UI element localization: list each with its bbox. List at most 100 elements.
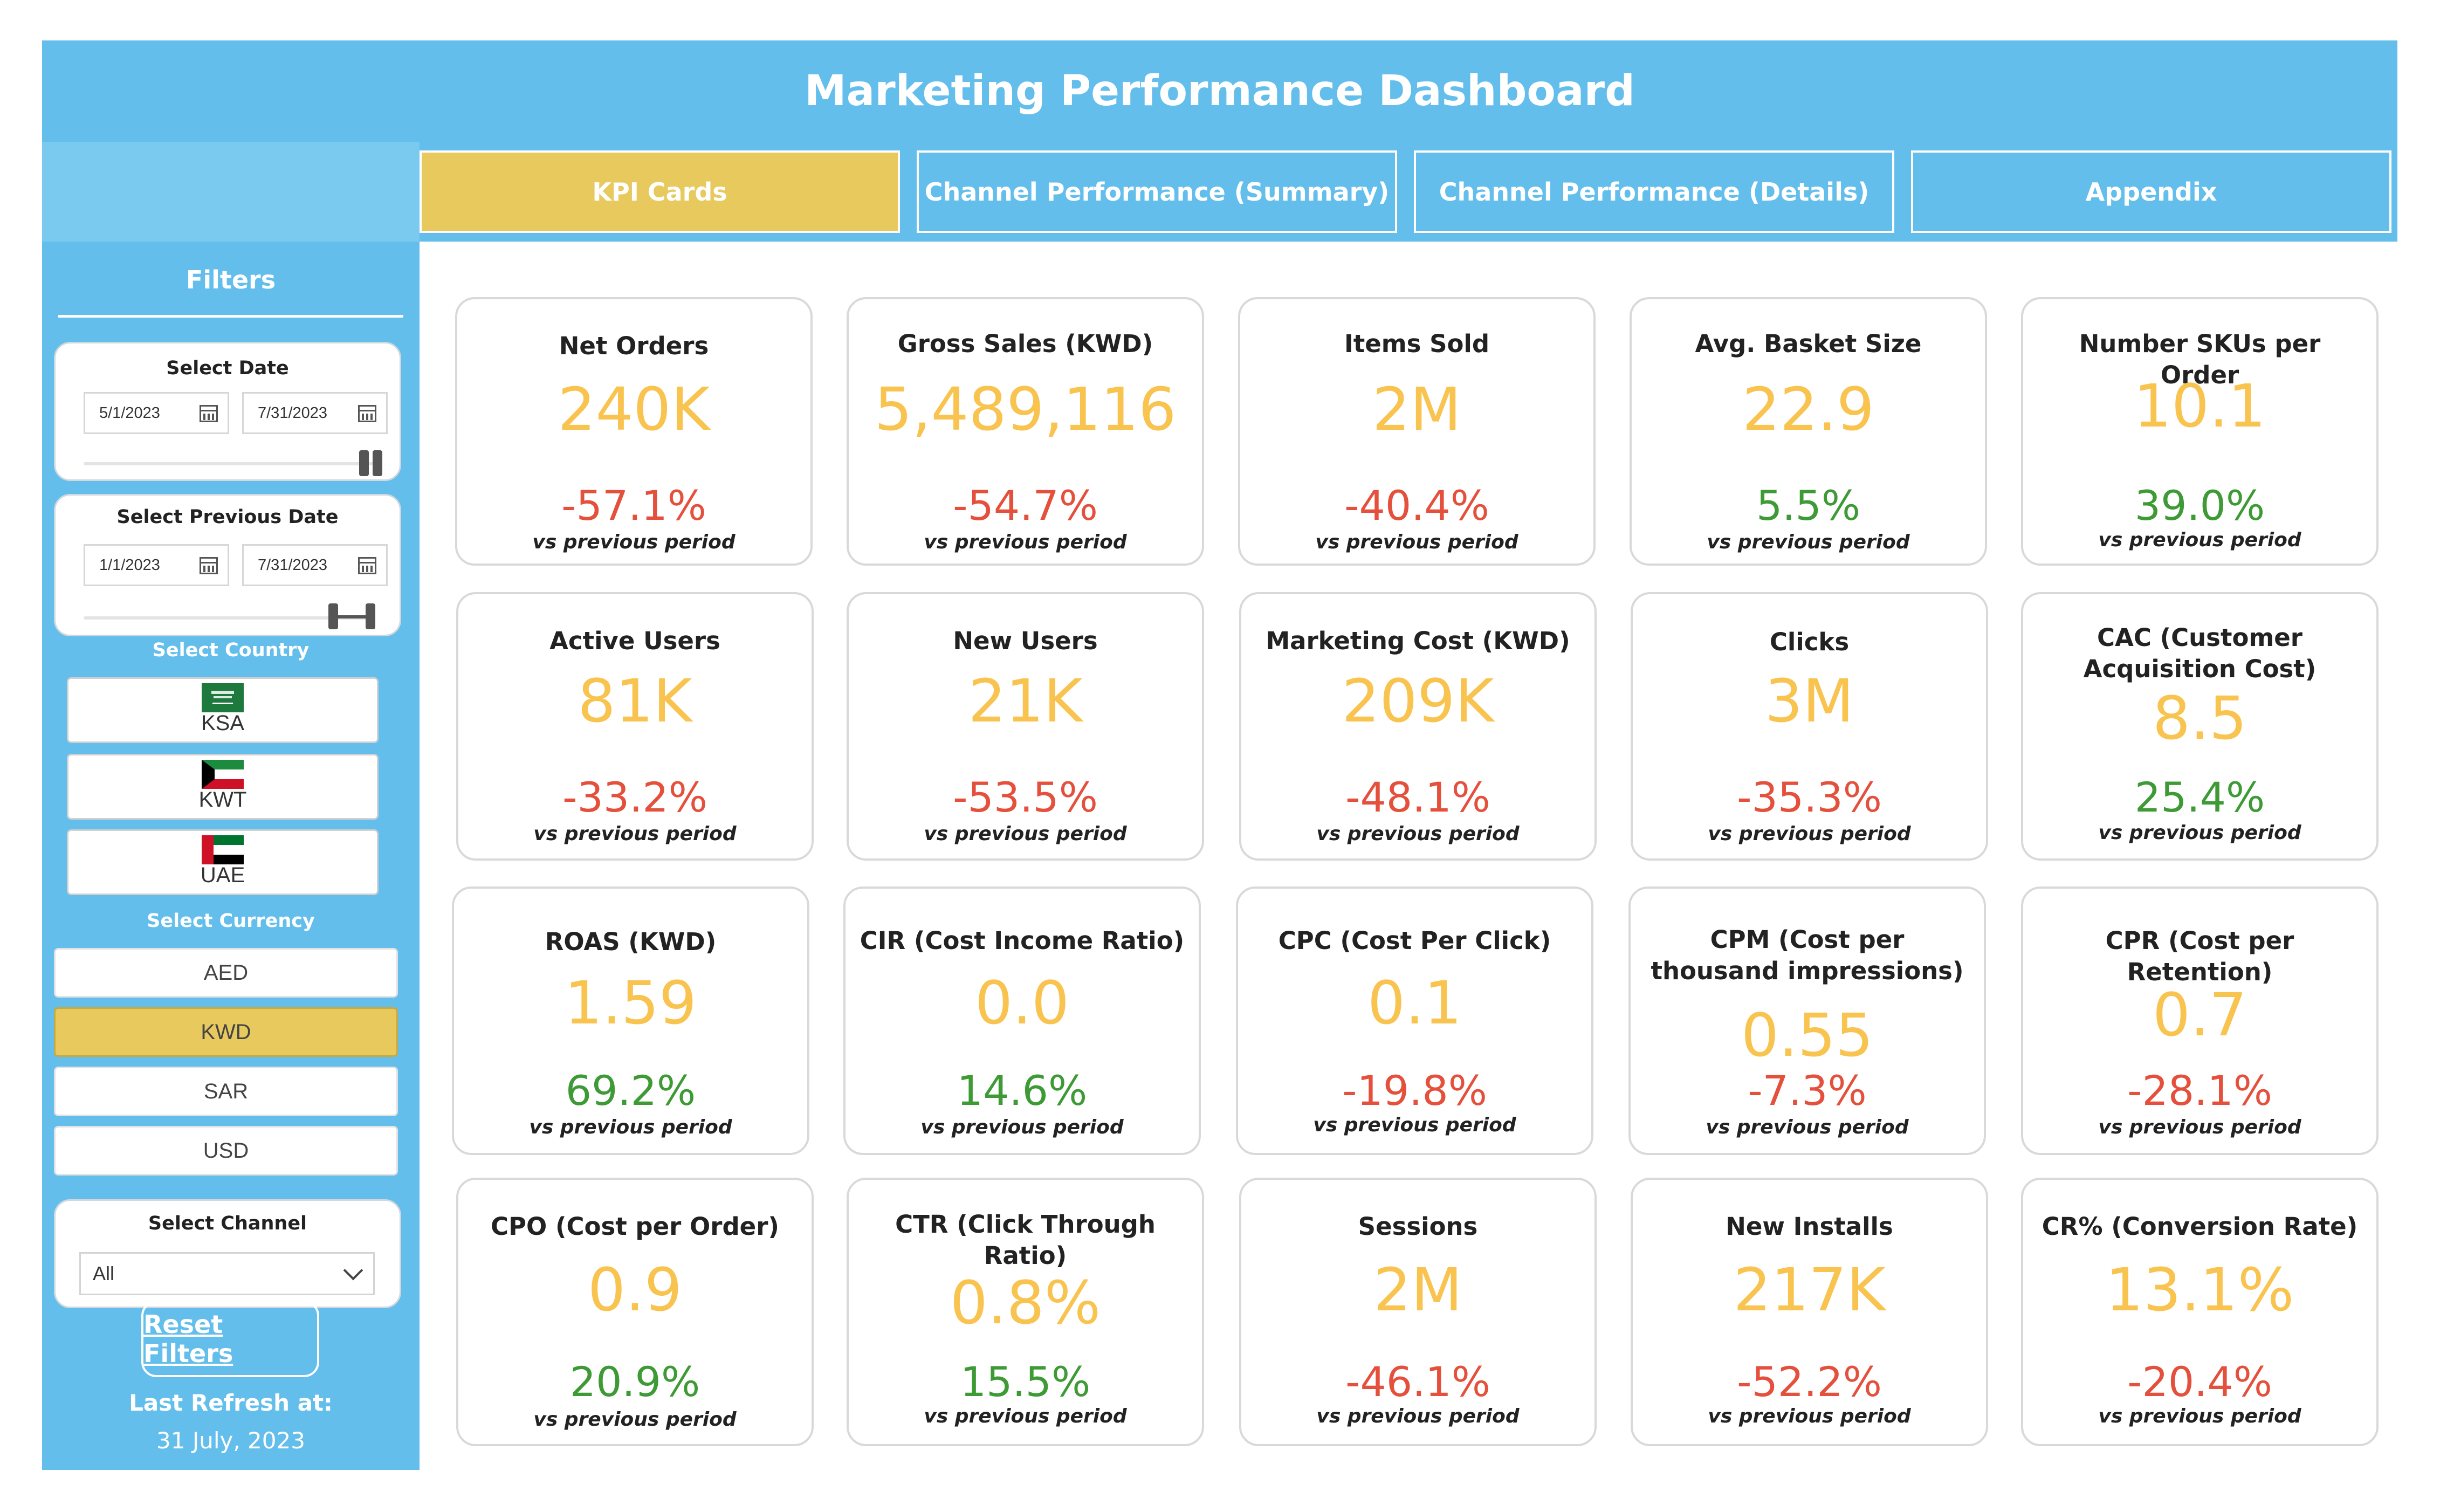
kpi-card-title: CPC (Cost Per Click) (1278, 926, 1551, 955)
country-ksa-label: KSA (201, 711, 245, 735)
last-refresh-date: 31 July, 2023 (156, 1427, 305, 1454)
kpi-card-value: 8.5 (2153, 684, 2247, 753)
tab-channel-performance-details[interactable]: Channel Performance (Details) (1414, 150, 1894, 233)
kpi-card-title: Items Sold (1344, 329, 1490, 358)
kpi-card-change: 15.5% (960, 1358, 1091, 1406)
kpi-card-value: 1.59 (565, 968, 697, 1037)
kpi-card-change: 5.5% (1756, 482, 1861, 530)
currency-sar-button[interactable]: SAR (54, 1067, 398, 1116)
kpi-card: New Installs 217K -52.2% vs previous per… (1631, 1178, 1988, 1446)
date-slider-handle-left[interactable] (359, 450, 369, 476)
kpi-card: Clicks 3M -35.3% vs previous period (1631, 592, 1988, 861)
page-title: Marketing Performance Dashboard (805, 67, 1635, 115)
start-date-field[interactable]: 5/1/2023 (84, 392, 229, 434)
kpi-card-change: -28.1% (2127, 1067, 2272, 1115)
kpi-card-title: New Installs (1726, 1212, 1893, 1241)
kpi-card-value: 0.1 (1367, 968, 1462, 1037)
kpi-card: Marketing Cost (KWD) 209K -48.1% vs prev… (1239, 592, 1597, 861)
calendar-icon[interactable] (358, 557, 376, 574)
previous-date-slider-fill (334, 615, 368, 618)
kpi-card-title: Marketing Cost (KWD) (1266, 627, 1570, 655)
kpi-card-change: 25.4% (2134, 773, 2265, 821)
kpi-card-change: -48.1% (1345, 773, 1490, 821)
filters-sidebar: Filters Select Date 5/1/2023 7/31/2023 S… (42, 242, 420, 1470)
select-currency-label: Select Currency (147, 910, 315, 932)
kpi-card: CPM (Cost per thousand impressions) 0.55… (1628, 886, 1986, 1155)
kpi-card-subtitle: vs previous period (1708, 823, 1911, 845)
kpi-card-change: -46.1% (1345, 1358, 1490, 1406)
kpi-card-title: Avg. Basket Size (1695, 329, 1922, 358)
channel-dropdown[interactable]: All (79, 1252, 375, 1295)
currency-aed-button[interactable]: AED (54, 948, 398, 998)
kpi-card-subtitle: vs previous period (920, 1116, 1124, 1138)
kpi-card-title: CPR (Cost per Retention) (2105, 926, 2294, 986)
date-range-slider[interactable] (84, 462, 375, 465)
kpi-card-value: 81K (578, 666, 692, 736)
kpi-card: CTR (Click Through Ratio) 0.8% 15.5% vs … (847, 1178, 1204, 1446)
previous-end-date-value: 7/31/2023 (258, 556, 328, 574)
saudi-arabia-flag-icon (202, 683, 244, 712)
kpi-card-title: Gross Sales (KWD) (897, 329, 1153, 358)
kpi-card-value: 240K (558, 375, 710, 444)
channel-dropdown-value: All (93, 1262, 115, 1284)
tab-channel-performance-summary[interactable]: Channel Performance (Summary) (917, 150, 1397, 233)
select-country-label: Select Country (152, 640, 310, 661)
kpi-card-title: CPM (Cost per thousand impressions) (1651, 925, 1964, 985)
kpi-card-subtitle: vs previous period (1316, 823, 1520, 845)
start-date-value: 5/1/2023 (99, 404, 160, 422)
kpi-card-change: -7.3% (1748, 1067, 1867, 1115)
tab-appendix[interactable]: Appendix (1911, 150, 2391, 233)
end-date-field[interactable]: 7/31/2023 (242, 392, 388, 434)
kpi-card-subtitle: vs previous period (532, 531, 736, 553)
kpi-card-value: 22.9 (1742, 375, 1874, 444)
chevron-down-icon[interactable] (343, 1260, 363, 1281)
kpi-card: CPO (Cost per Order) 0.9 20.9% vs previo… (456, 1178, 814, 1446)
country-kwt-button[interactable]: KWT (67, 754, 379, 820)
kpi-card-subtitle: vs previous period (924, 823, 1127, 845)
kpi-card-value: 0.9 (588, 1255, 682, 1324)
calendar-icon[interactable] (200, 405, 218, 422)
kpi-card-change: 20.9% (569, 1358, 700, 1406)
kpi-card-title: Clicks (1769, 628, 1850, 656)
country-uae-button[interactable]: UAE (67, 829, 379, 895)
kpi-card-title: Active Users (549, 627, 720, 655)
kpi-card-value: 0.8% (950, 1268, 1101, 1337)
select-date-panel: Select Date 5/1/2023 7/31/2023 (54, 342, 401, 481)
kpi-card: ROAS (KWD) 1.59 69.2% vs previous period (452, 886, 809, 1155)
kpi-card-change: 69.2% (565, 1067, 696, 1115)
kpi-card-title: CTR (Click Through Ratio) (895, 1210, 1156, 1270)
kpi-card-title: CIR (Cost Income Ratio) (860, 926, 1185, 955)
kpi-card-subtitle: vs previous period (1316, 1405, 1520, 1427)
country-ksa-button[interactable]: KSA (67, 677, 379, 743)
kpi-card-title: CPO (Cost per Order) (491, 1212, 779, 1241)
date-slider-handle-right[interactable] (373, 450, 382, 476)
kpi-card: Items Sold 2M -40.4% vs previous period (1238, 297, 1596, 566)
kpi-card-subtitle: vs previous period (1707, 531, 1910, 553)
select-channel-panel: Select Channel All (54, 1199, 401, 1308)
kpi-card-value: 0.7 (2153, 980, 2247, 1049)
previous-start-date-field[interactable]: 1/1/2023 (84, 544, 229, 586)
kpi-card-change: -35.3% (1737, 773, 1882, 821)
reset-filters-button[interactable]: Reset Filters (141, 1301, 319, 1377)
filters-divider (58, 315, 403, 318)
kpi-card: CAC (Customer Acquisition Cost) 8.5 25.4… (2021, 592, 2379, 861)
kpi-card-title: CAC (Customer Acquisition Cost) (2083, 623, 2317, 683)
kpi-card-change: 39.0% (2134, 482, 2265, 530)
kpi-card-subtitle: vs previous period (924, 1405, 1127, 1427)
kpi-card-title: ROAS (KWD) (545, 927, 717, 956)
kpi-card-subtitle: vs previous period (529, 1116, 732, 1138)
tab-kpi-cards[interactable]: KPI Cards (420, 150, 900, 233)
kpi-card-subtitle: vs previous period (533, 1408, 737, 1431)
select-date-label: Select Date (166, 358, 289, 379)
calendar-icon[interactable] (200, 557, 218, 574)
currency-usd-button[interactable]: USD (54, 1126, 398, 1176)
kpi-card-subtitle: vs previous period (1706, 1116, 1909, 1138)
kpi-card-title: CR% (Conversion Rate) (2042, 1212, 2358, 1241)
kpi-card: Active Users 81K -33.2% vs previous peri… (456, 592, 814, 861)
calendar-icon[interactable] (358, 405, 376, 422)
last-refresh-label: Last Refresh at: (129, 1390, 333, 1416)
previous-end-date-field[interactable]: 7/31/2023 (242, 544, 388, 586)
kpi-card-value: 21K (968, 666, 1083, 736)
kpi-card: CIR (Cost Income Ratio) 0.0 14.6% vs pre… (843, 886, 1201, 1155)
currency-kwd-button[interactable]: KWD (54, 1007, 398, 1057)
